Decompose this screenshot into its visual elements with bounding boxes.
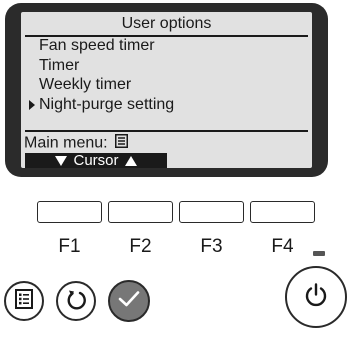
power-icon: [302, 281, 330, 314]
menu-item-label: Night-purge setting: [39, 95, 175, 113]
power-led: [313, 251, 325, 256]
power-button[interactable]: [285, 266, 347, 328]
main-menu-hint: Main menu:: [24, 134, 129, 153]
menu-button[interactable]: [4, 281, 44, 321]
f1-button[interactable]: [37, 201, 102, 223]
menu-item-fan-speed-timer[interactable]: Fan speed timer: [27, 36, 174, 56]
cursor-label: Cursor: [73, 152, 119, 169]
return-icon: [64, 287, 88, 316]
return-button[interactable]: [56, 281, 96, 321]
f4-label: F4: [271, 236, 294, 257]
confirm-button[interactable]: [108, 280, 150, 322]
cursor-up-icon: [124, 156, 137, 166]
menu-item-night-purge-setting[interactable]: Night-purge setting: [27, 95, 174, 115]
menu-icon: [15, 288, 33, 314]
menu-icon: [115, 134, 129, 153]
f3-button[interactable]: [179, 201, 244, 223]
menu-item-weekly-timer[interactable]: Weekly timer: [27, 75, 174, 95]
lcd-screen-frame: User options Fan speed timer Timer Weekl…: [5, 3, 328, 177]
f4-button[interactable]: [250, 201, 315, 223]
menu-item-timer[interactable]: Timer: [27, 56, 174, 76]
f2-button[interactable]: [108, 201, 173, 223]
check-icon: [117, 289, 141, 314]
f3-label: F3: [200, 236, 223, 257]
cursor-down-icon: [55, 156, 68, 166]
menu-item-label: Timer: [39, 56, 80, 74]
menu-item-label: Weekly timer: [39, 76, 132, 93]
menu-item-label: Fan speed timer: [39, 37, 155, 54]
selection-arrow-icon: [29, 99, 35, 110]
screen-title: User options: [121, 15, 212, 32]
lcd-display: User options Fan speed timer Timer Weekl…: [21, 12, 312, 168]
footer-divider: [25, 130, 308, 132]
cursor-hint-bar: Cursor: [25, 153, 167, 168]
menu-list: Fan speed timer Timer Weekly timer Night…: [27, 36, 174, 114]
f2-label: F2: [129, 236, 152, 257]
main-menu-label: Main menu:: [24, 134, 108, 152]
f1-label: F1: [58, 236, 81, 257]
